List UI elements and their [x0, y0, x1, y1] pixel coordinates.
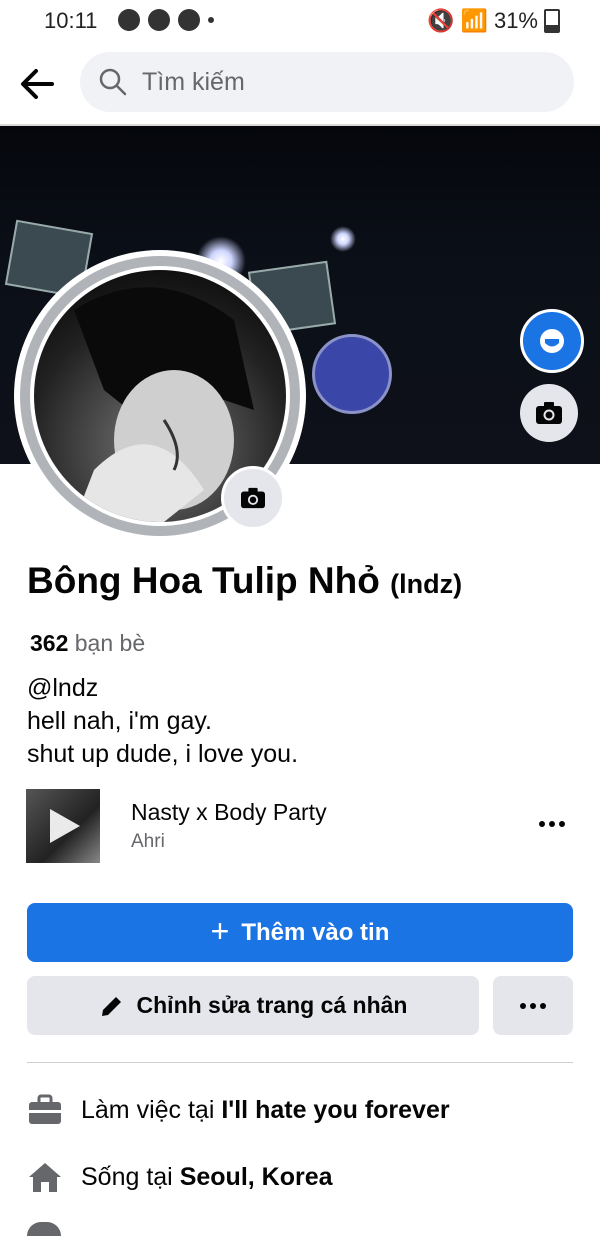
plus-icon: + — [210, 912, 230, 949]
briefcase-icon — [29, 1094, 61, 1124]
camera-icon — [241, 487, 265, 509]
profile-alt-name: (lndz) — [390, 569, 463, 599]
messenger-notification-icon — [178, 9, 200, 31]
profile-bio: @lndz hell nah, i'm gay. shut up dude, i… — [27, 672, 298, 771]
add-to-story-button[interactable]: + Thêm vào tin — [27, 903, 573, 962]
bio-line: @lndz — [27, 674, 99, 702]
home-detail: Sống tại Seoul, Korea — [27, 1161, 333, 1193]
messenger-notification-icon — [148, 9, 170, 31]
edit-profile-label: Chỉnh sửa trang cá nhân — [136, 992, 408, 1018]
search-icon — [99, 68, 127, 96]
home-text: Sống tại Seoul, Korea — [81, 1162, 333, 1191]
bio-line: hell nah, i'm gay. — [27, 707, 212, 735]
friends-count[interactable]: 362 bạn bè — [30, 630, 145, 657]
back-arrow-icon[interactable] — [18, 64, 62, 104]
next-detail-icon — [27, 1222, 61, 1236]
add-to-story-label: Thêm vào tin — [241, 918, 390, 946]
profile-music[interactable]: Nasty x Body Party Ahri — [26, 789, 574, 863]
section-divider — [27, 1062, 573, 1063]
status-bar: 10:11 🔇 📶 31% — [0, 0, 600, 42]
music-thumbnail[interactable] — [26, 789, 100, 863]
system-icons: 🔇 📶 31% — [427, 8, 560, 34]
music-title: Nasty x Body Party — [131, 799, 327, 825]
avatar-badge-button[interactable] — [520, 309, 584, 373]
music-more-icon[interactable] — [534, 809, 570, 839]
work-detail: Làm việc tại I'll hate you forever — [27, 1094, 450, 1126]
avatar-badge-icon — [540, 329, 564, 353]
status-time: 10:11 — [44, 8, 98, 33]
avatar-camera-button[interactable] — [221, 466, 285, 530]
bio-line: shut up dude, i love you. — [27, 740, 299, 768]
play-icon — [50, 809, 80, 843]
edit-profile-button[interactable]: Chỉnh sửa trang cá nhân — [27, 976, 479, 1035]
battery-icon — [544, 9, 560, 33]
profile-name-main: Bông Hoa Tulip Nhỏ — [27, 560, 380, 601]
cover-camera-button[interactable] — [520, 384, 578, 442]
camera-icon — [536, 402, 562, 424]
music-artist: Ahri — [131, 831, 165, 852]
cover-light-shape — [330, 226, 356, 252]
cover-road-sign-shape — [312, 334, 392, 414]
more-icon — [520, 1002, 526, 1009]
pencil-icon — [101, 996, 121, 1016]
wifi-icon: 📶 — [460, 8, 488, 33]
top-bar — [0, 52, 600, 114]
notification-icons — [118, 9, 214, 31]
headset-notification-icon — [118, 9, 140, 31]
home-icon — [29, 1163, 61, 1192]
profile-name: Bông Hoa Tulip Nhỏ (lndz) — [27, 560, 462, 602]
mute-icon: 🔇 — [427, 8, 455, 33]
work-text: Làm việc tại I'll hate you forever — [81, 1095, 450, 1124]
friends-label: bạn bè — [74, 630, 146, 656]
search-input[interactable] — [140, 66, 544, 98]
battery-percent: 31% — [493, 8, 538, 33]
more-notifications-icon — [208, 17, 214, 23]
search-bar[interactable] — [80, 52, 574, 112]
friends-number: 362 — [30, 630, 69, 656]
more-options-button[interactable] — [493, 976, 573, 1035]
